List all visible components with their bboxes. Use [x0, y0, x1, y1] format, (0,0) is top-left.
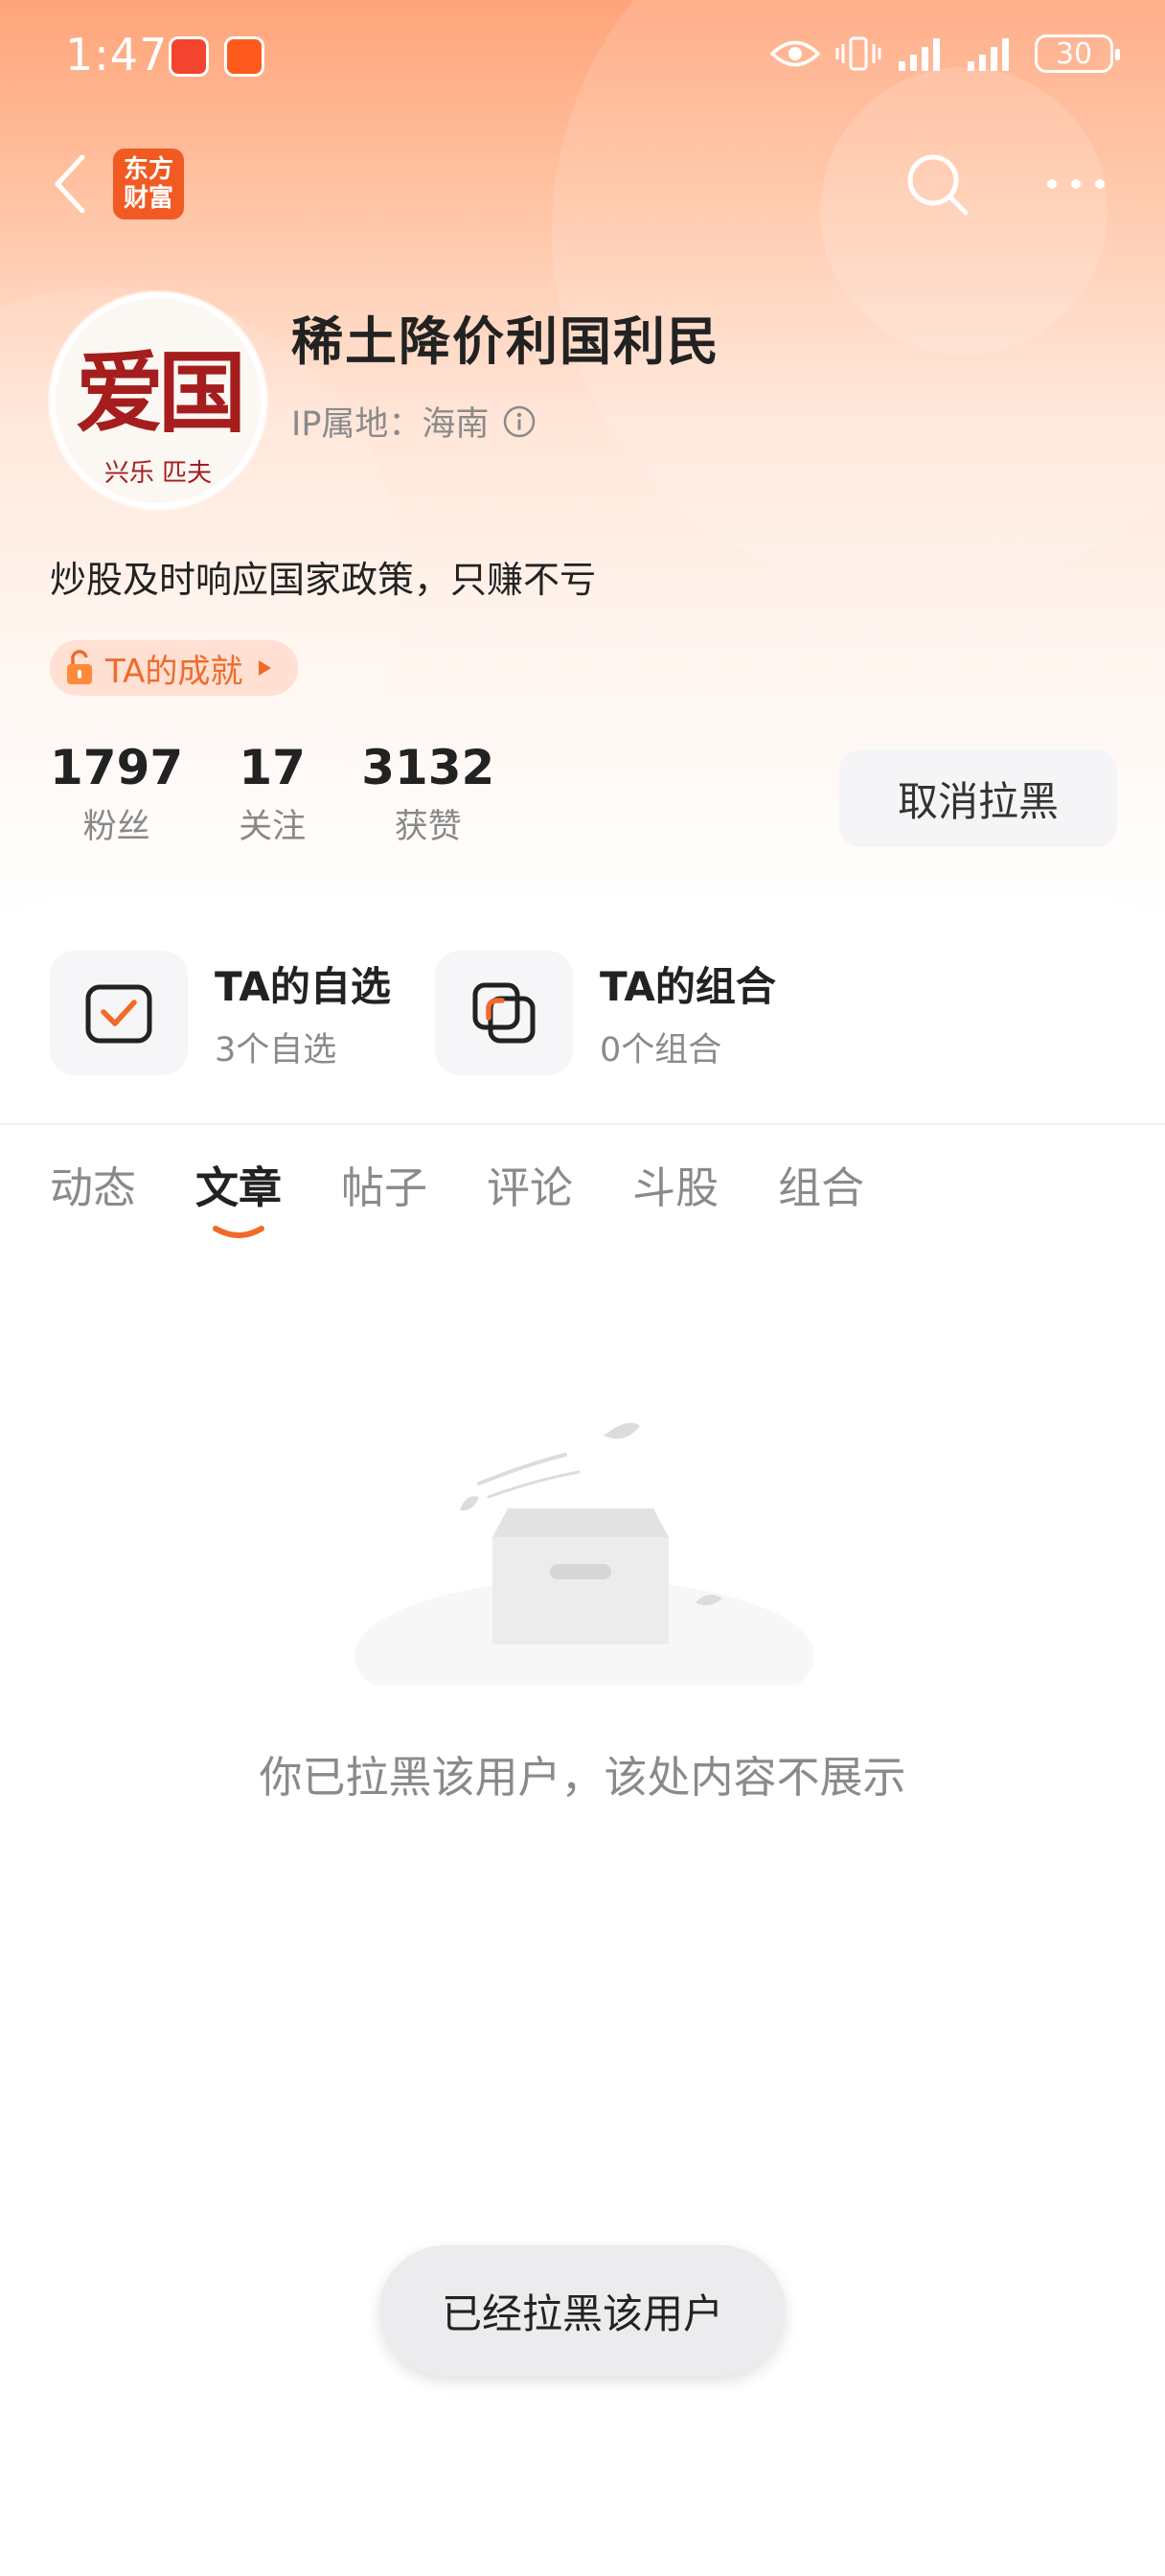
portfolio-icon-box: [435, 951, 573, 1075]
username: 稀土降价利国利民: [291, 311, 720, 372]
logo-text-line2: 财富: [123, 184, 173, 213]
status-bar: 1:47 30: [0, 0, 1165, 115]
notification-app-icon: [169, 36, 209, 77]
play-arrow-icon: [259, 660, 272, 676]
stat-likes[interactable]: 3132 获赞: [361, 740, 494, 848]
divider: [0, 1123, 1165, 1125]
notification-app-icon: [224, 36, 264, 77]
portfolio-icon: [472, 982, 536, 1044]
tab-activity[interactable]: 动态: [50, 1150, 136, 1227]
stat-label: 获赞: [394, 808, 462, 846]
watchlist-shortcut[interactable]: TA的自选 3个自选: [50, 951, 391, 1075]
ip-location: IP属地：海南: [291, 405, 490, 444]
tab-indicator: [213, 1226, 265, 1238]
watchlist-icon-box: [50, 951, 188, 1075]
search-icon[interactable]: [904, 151, 971, 218]
shortcut-subtitle: 3个自选: [215, 1031, 337, 1070]
back-arrow-icon[interactable]: [48, 151, 90, 217]
avatar-text: 爱国: [75, 341, 246, 445]
battery-indicator: 30: [1035, 34, 1120, 73]
stat-label: 关注: [239, 808, 307, 846]
toast-message: 已经拉黑该用户: [379, 2245, 786, 2376]
status-time: 1:47: [65, 29, 169, 80]
info-icon[interactable]: [502, 404, 537, 439]
logo-text-line1: 东方: [123, 155, 173, 184]
signal-icon: [968, 38, 1009, 71]
checkbox-icon: [85, 984, 152, 1044]
stat-value: 3132: [361, 740, 495, 795]
stats-row: 1797 粉丝 17 关注 3132 获赞: [50, 740, 550, 848]
tab-comments[interactable]: 评论: [487, 1150, 573, 1227]
shortcut-subtitle: 0个组合: [600, 1031, 722, 1070]
battery-level: 30: [1055, 36, 1093, 71]
app-logo[interactable]: 东方 财富: [113, 149, 184, 219]
stat-label: 粉丝: [82, 808, 150, 846]
tab-stock-battle[interactable]: 斗股: [632, 1150, 719, 1227]
stat-value: 17: [239, 740, 306, 795]
bio: 炒股及时响应国家政策，只赚不亏: [50, 559, 597, 601]
more-options-icon[interactable]: [1044, 172, 1108, 196]
tab-posts[interactable]: 帖子: [341, 1150, 427, 1227]
empty-message: 你已拉黑该用户，该处内容不展示: [259, 1752, 906, 1803]
vibrate-icon: [835, 36, 881, 71]
shortcut-title: TA的组合: [600, 963, 776, 1010]
avatar-subtext: 兴乐 匹夫: [103, 459, 213, 488]
avatar[interactable]: 爱国 兴乐 匹夫: [50, 292, 266, 509]
stat-followers[interactable]: 1797 粉丝: [50, 740, 183, 848]
shortcut-title: TA的自选: [215, 963, 391, 1010]
tab-articles[interactable]: 文章: [195, 1150, 283, 1238]
stat-value: 1797: [50, 740, 184, 795]
tab-label: 文章: [195, 1162, 283, 1213]
tab-portfolios[interactable]: 组合: [778, 1150, 864, 1227]
achievement-label: TA的成就: [105, 652, 243, 691]
empty-box-illustration: [354, 1422, 814, 1685]
tab-bar: 动态 文章 帖子 评论 斗股 组合: [50, 1150, 924, 1238]
lock-icon: [67, 650, 92, 684]
eye-icon: [770, 40, 820, 67]
portfolio-shortcut[interactable]: TA的组合 0个组合: [435, 951, 776, 1075]
stat-following[interactable]: 17 关注: [239, 740, 306, 848]
ip-location-row: IP属地：海南: [291, 397, 537, 446]
unblock-button[interactable]: 取消拉黑: [839, 749, 1117, 847]
signal-icon: [899, 38, 940, 71]
achievement-badge[interactable]: TA的成就: [50, 640, 299, 696]
